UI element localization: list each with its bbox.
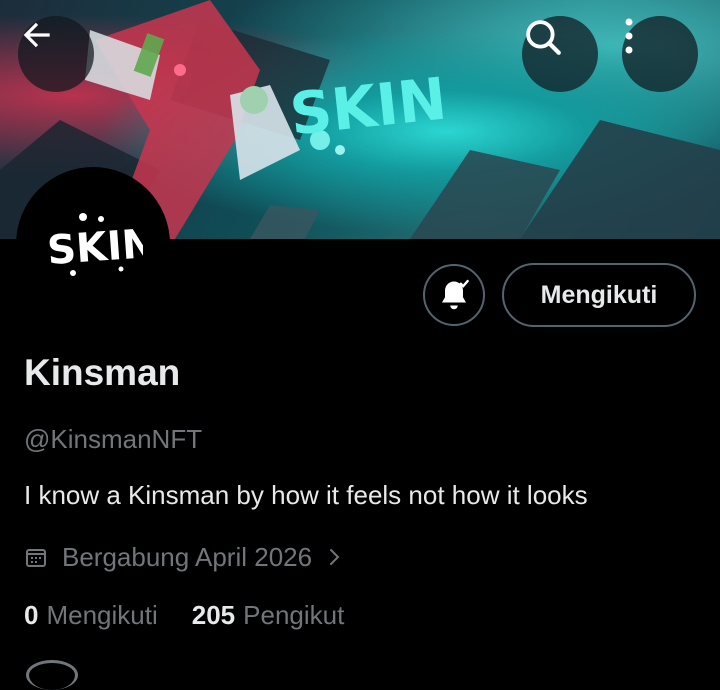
svg-text:SKIN: SKIN [46,221,143,274]
following-button[interactable]: Mengikuti [502,263,696,327]
following-label: Mengikuti [46,600,158,630]
follow-stats: 0 Mengikuti 205 Pengikut [24,600,378,631]
back-button[interactable] [18,16,94,92]
profile-name: Kinsman [24,352,181,393]
joined-date-text: Bergabung April 2026 [62,541,313,572]
bell-check-icon [442,279,469,310]
skin-logo-icon: SKIN [46,213,143,276]
chevron-right-icon [330,549,340,565]
notification-toggle-button[interactable] [423,264,485,326]
followers-label: Pengikut [243,600,345,630]
following-count: 0 [24,600,39,630]
more-vertical-icon [625,18,633,54]
search-icon [526,20,561,55]
more-options-button[interactable] [622,16,698,92]
joined-date-link[interactable]: Bergabung April 2026 [24,540,342,574]
followers-count: 205 [191,600,236,630]
arrow-left-icon [23,22,50,48]
calendar-icon [26,549,46,567]
followed-by-avatars [26,660,78,690]
profile-bio: I know a Kinsman by how it feels not how… [24,480,588,510]
search-button[interactable] [522,16,598,92]
followers-stat[interactable]: 205 Pengikut [192,600,345,631]
profile-avatar[interactable]: SKIN [16,167,170,321]
following-stat[interactable]: 0 Mengikuti [24,600,158,631]
following-button-label: Mengikuti [540,280,658,309]
profile-handle: @KinsmanNFT [24,424,203,454]
